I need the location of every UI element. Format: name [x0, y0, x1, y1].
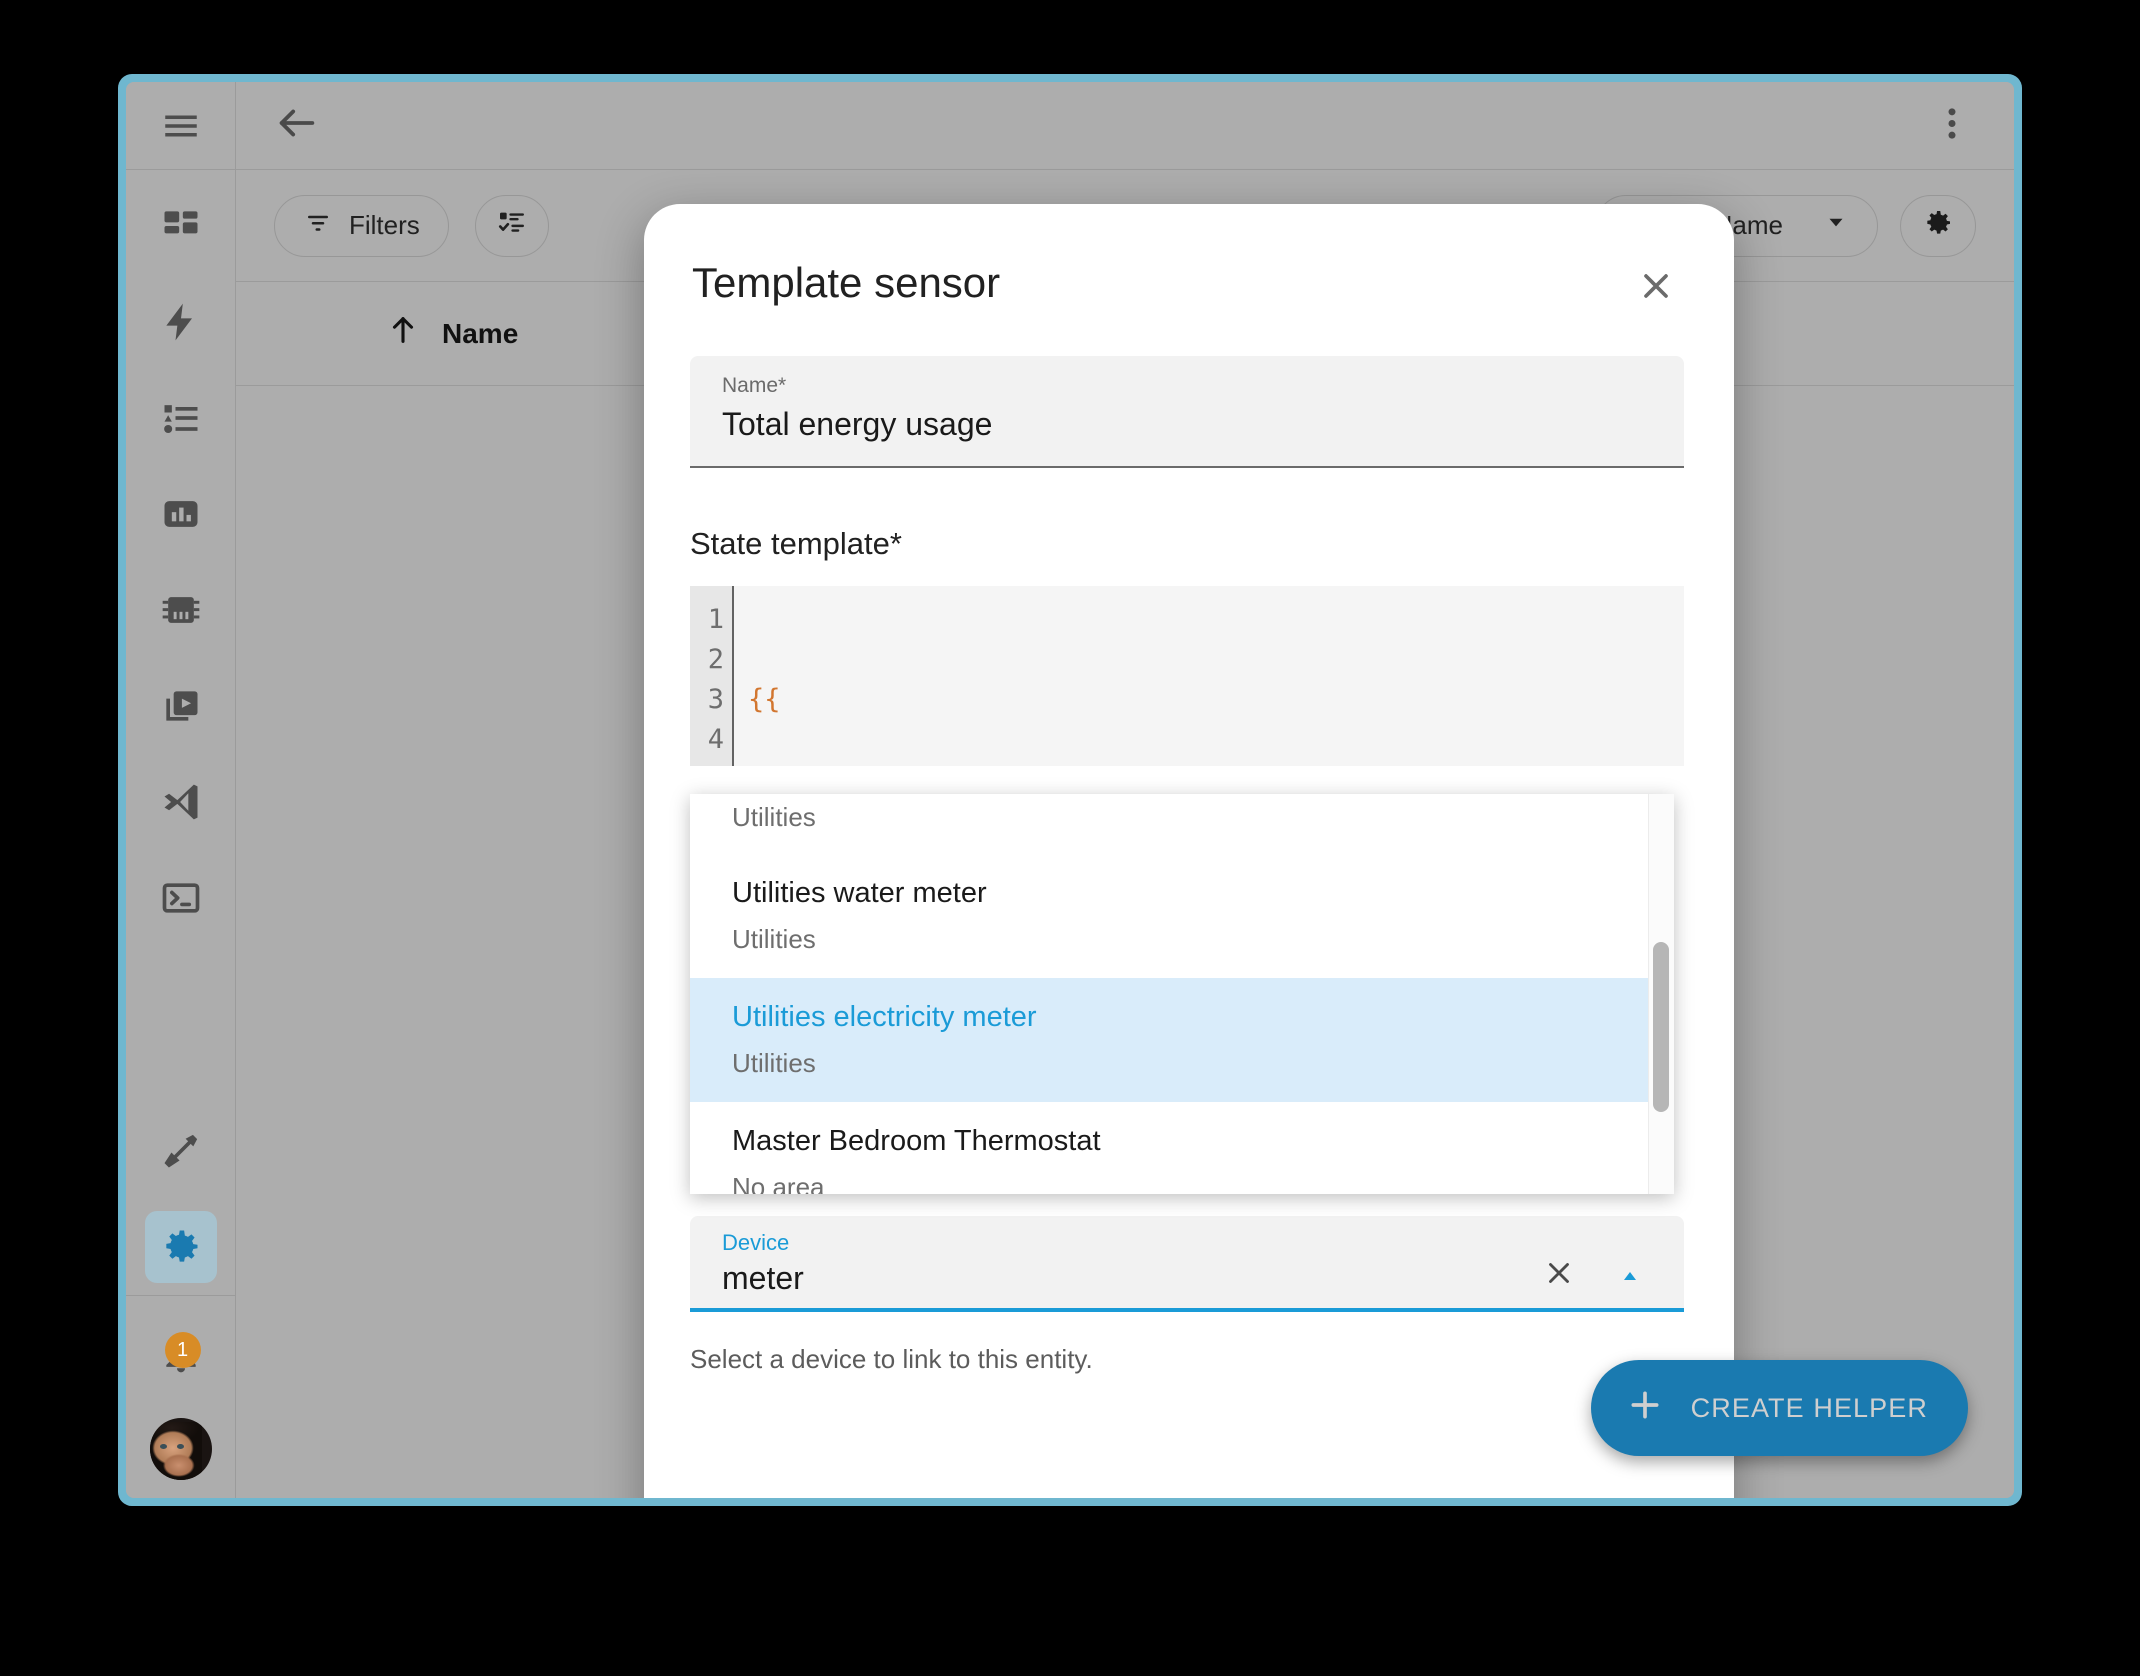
browser-window-frame: 1 Filters Name Name CREATE HELPER Templa…: [118, 74, 2022, 1506]
chevron-down-icon: [1823, 209, 1849, 242]
app-root: 1 Filters Name Name CREATE HELPER Templa…: [126, 82, 2014, 1498]
sidebar-footer: 1: [126, 1295, 235, 1498]
list-item[interactable]: Master Bedroom Thermostat No area: [690, 1102, 1674, 1194]
code-line-number-gutter: 1 2 3 4: [690, 586, 734, 766]
close-x-icon[interactable]: [1636, 266, 1676, 311]
sidebar-header: [126, 82, 235, 170]
dashboard-icon[interactable]: [145, 190, 217, 262]
dropdown-scrollbar[interactable]: [1648, 794, 1674, 1194]
chip-memory-icon[interactable]: [145, 574, 217, 646]
hamburger-menu-icon[interactable]: [145, 90, 217, 162]
dropdown-scrollbar-thumb[interactable]: [1653, 942, 1669, 1112]
code-line-1: {{: [736, 680, 1684, 720]
filters-button[interactable]: Filters: [274, 194, 449, 257]
column-header-name[interactable]: Name: [386, 313, 518, 354]
create-helper-label: CREATE HELPER: [1690, 1392, 1928, 1423]
back-arrow-icon[interactable]: [274, 100, 320, 151]
list-item-secondary: Utilities: [732, 802, 816, 832]
filters-label: Filters: [349, 210, 420, 240]
list-item-selected[interactable]: Utilities electricity meter Utilities: [690, 978, 1674, 1102]
column-header-label: Name: [442, 317, 519, 349]
overflow-menu-icon[interactable]: [1932, 103, 1972, 148]
list-item-secondary: Utilities: [732, 1048, 816, 1078]
list-item[interactable]: Utilities water meter Utilities: [690, 854, 1674, 978]
logbook-list-icon[interactable]: [145, 382, 217, 454]
list-item[interactable]: Utilities: [690, 794, 1674, 854]
table-settings-button[interactable]: [1900, 194, 1976, 257]
template-sensor-dialog: Template sensor Name* Total energy usage…: [644, 204, 1734, 1498]
filter-icon: [303, 207, 333, 244]
line-number: 2: [707, 644, 724, 675]
media-player-icon[interactable]: [145, 670, 217, 742]
sidebar: 1: [126, 82, 236, 1498]
device-field-value: meter: [722, 1260, 804, 1296]
list-item-primary: Utilities water meter: [732, 877, 987, 909]
line-number: 1: [707, 604, 724, 635]
sort-ascending-arrow-icon: [386, 313, 420, 354]
selection-list-icon: [496, 206, 528, 245]
device-field-label: Device: [722, 1230, 790, 1255]
name-field-label: Name*: [722, 374, 787, 397]
hammer-tool-icon[interactable]: [145, 1115, 217, 1187]
name-field-value: Total energy usage: [722, 406, 993, 442]
state-template-label: State template*: [690, 526, 902, 561]
sidebar-nav: [126, 170, 235, 1295]
notification-badge: 1: [164, 1332, 201, 1368]
gear-icon: [1922, 207, 1954, 244]
selection-mode-button[interactable]: [474, 194, 549, 257]
device-autocomplete-dropdown: Utilities Utilities water meter Utilitie…: [690, 794, 1674, 1194]
list-item-secondary: No area: [732, 1172, 825, 1194]
chevron-up-icon[interactable]: [1618, 1264, 1642, 1293]
app-toolbar: [236, 82, 2014, 170]
vscode-icon[interactable]: [145, 766, 217, 838]
plus-icon: [1625, 1385, 1665, 1432]
line-number: 3: [707, 684, 724, 715]
state-template-code-editor[interactable]: 1 2 3 4 {{ states("sensor.energy_export_…: [690, 586, 1684, 766]
notifications-button[interactable]: 1: [145, 1318, 217, 1390]
code-token-open-brace: {{: [748, 684, 781, 715]
create-helper-button[interactable]: CREATE HELPER: [1590, 1360, 1968, 1456]
sidebar-item-settings[interactable]: [144, 1211, 217, 1283]
close-x-icon[interactable]: [1542, 1256, 1576, 1295]
gear-icon: [165, 1230, 197, 1262]
list-item-primary: Master Bedroom Thermostat: [732, 1125, 1101, 1157]
device-input-field[interactable]: Device meter: [690, 1216, 1684, 1312]
line-number: 4: [707, 724, 724, 755]
history-chart-icon[interactable]: [145, 478, 217, 550]
device-field-hint: Select a device to link to this entity.: [690, 1344, 1093, 1374]
lightning-bolt-icon[interactable]: [145, 286, 217, 358]
dialog-title: Template sensor: [692, 259, 1001, 306]
list-item-primary: Utilities electricity meter: [732, 1001, 1037, 1033]
terminal-icon[interactable]: [145, 862, 217, 934]
code-text: {{ states("sensor.energy_export_tariff_1…: [736, 586, 1684, 766]
name-input-field[interactable]: Name* Total energy usage: [690, 356, 1684, 468]
list-item-secondary: Utilities: [732, 924, 816, 954]
avatar[interactable]: [149, 1418, 212, 1480]
